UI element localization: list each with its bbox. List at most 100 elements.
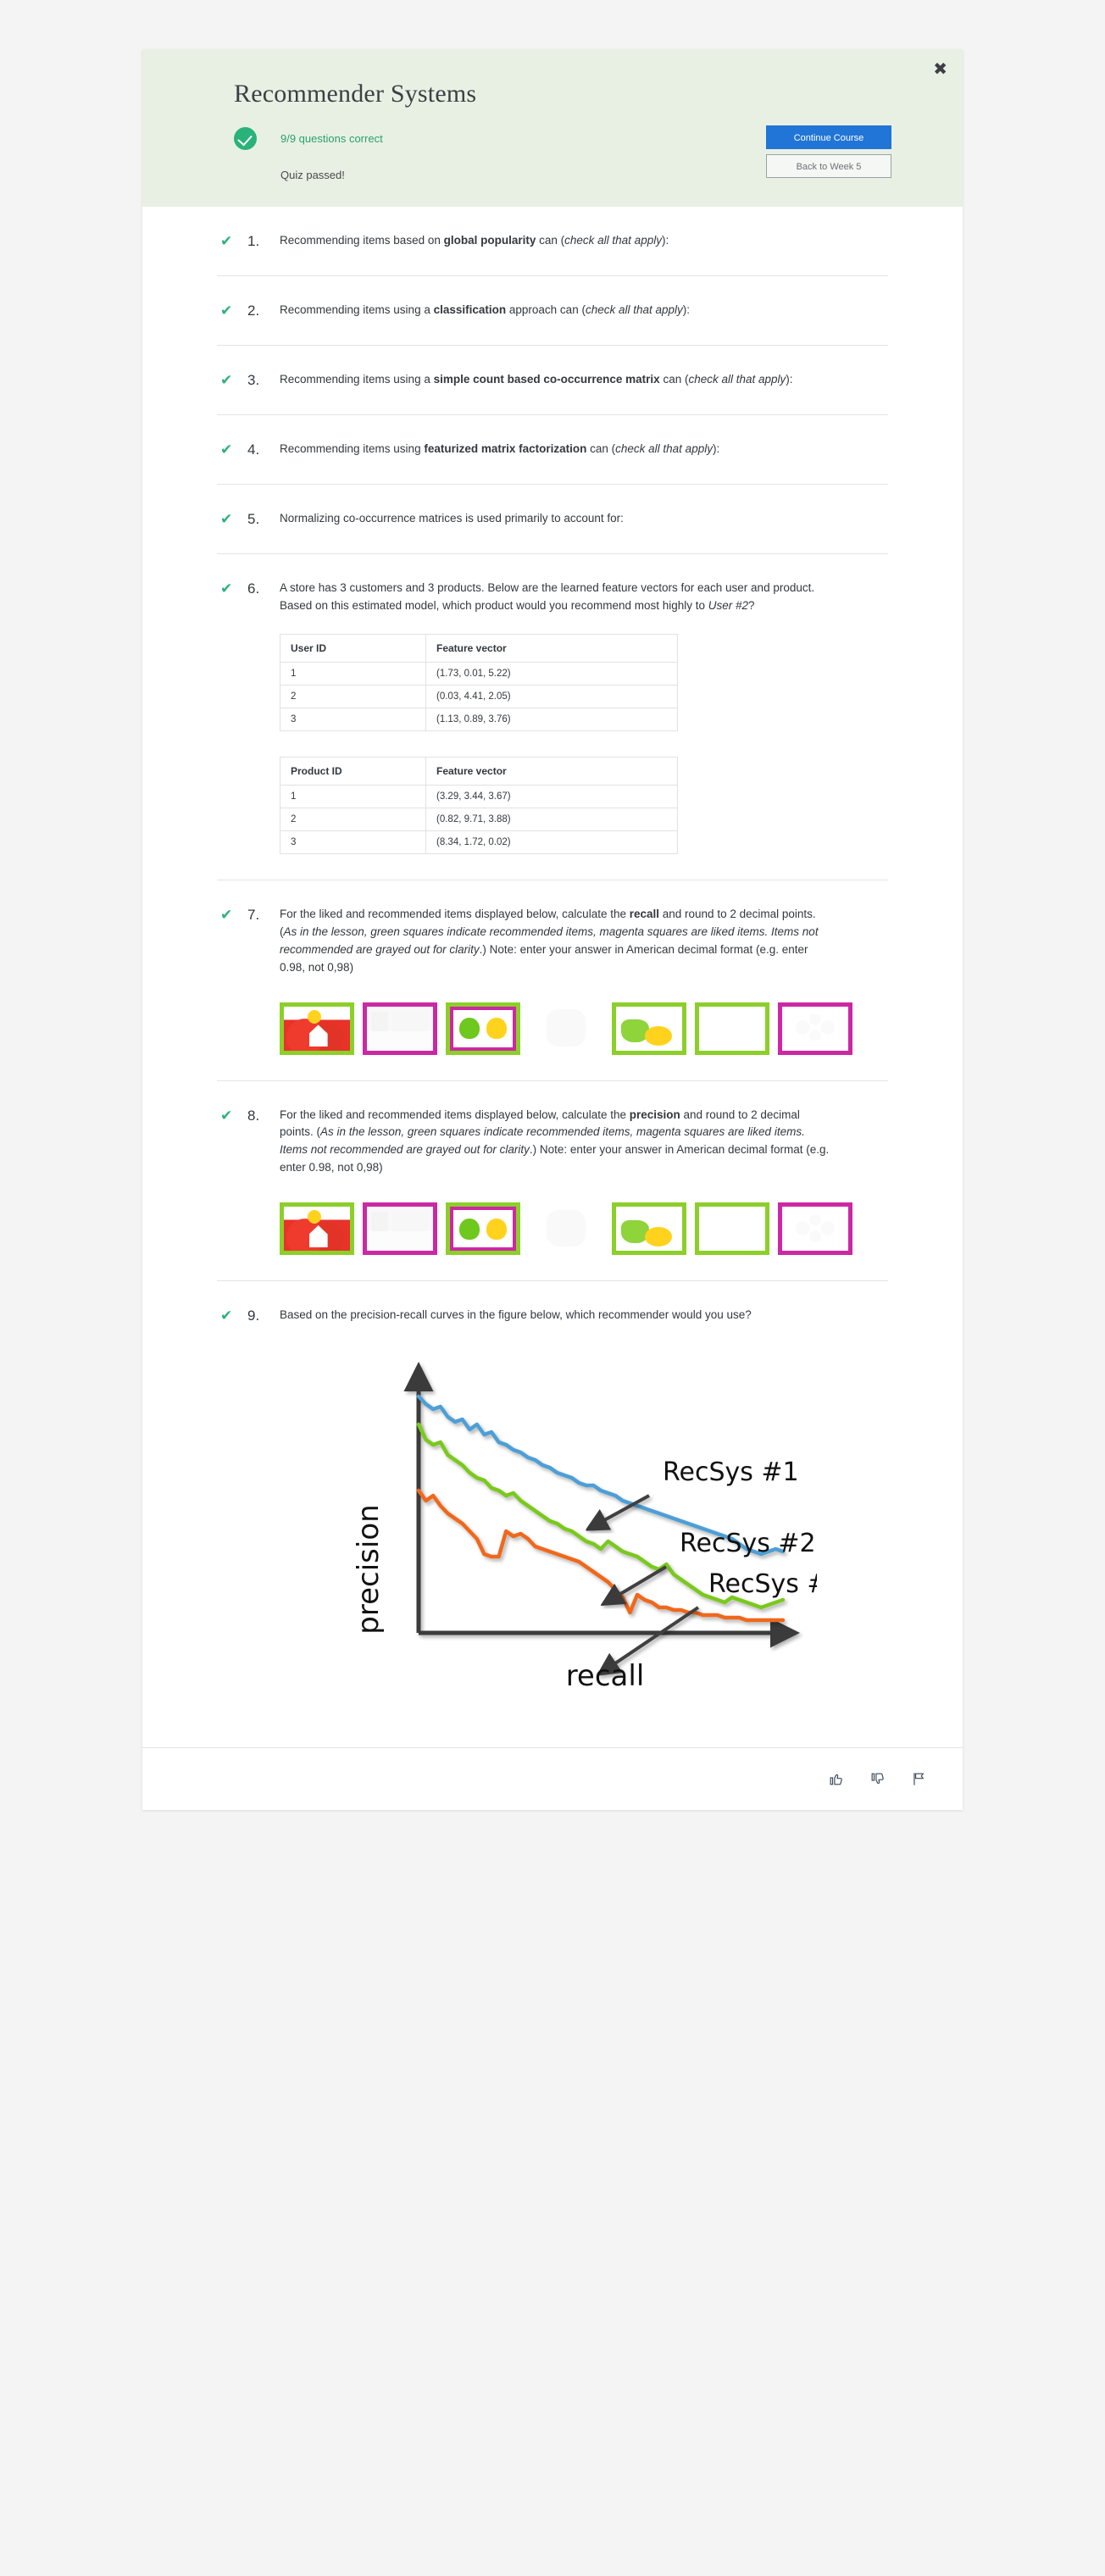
item-thumbnail — [446, 1002, 520, 1055]
close-icon[interactable]: ✖ — [933, 61, 947, 78]
table-cell: (0.82, 9.71, 3.88) — [425, 807, 678, 831]
ring-rattle-image — [529, 1002, 603, 1055]
rubber-ducks-image — [453, 1009, 513, 1047]
stacking-rings-image — [699, 1207, 765, 1252]
question-body: Based on the precision-recall curves in … — [280, 1307, 888, 1722]
table-header-cell: Feature vector — [425, 756, 678, 786]
table-cell: 3 — [280, 707, 426, 731]
question-number: 5. — [247, 511, 260, 527]
question-item: ✔ 4. Recommending items using featurized m… — [217, 415, 888, 485]
table-row: 3 (8.34, 1.72, 0.02) — [280, 830, 678, 854]
flower-teether-image — [782, 1207, 848, 1252]
recommended-green-frame — [695, 1002, 769, 1055]
question-body: For the liked and recommended items disp… — [280, 906, 888, 1055]
correct-check-icon: ✔ — [220, 580, 233, 597]
x-axis-label: recall — [566, 1659, 645, 1693]
table-header-row: User ID Feature vector — [280, 633, 678, 663]
table-cell: 1 — [280, 784, 426, 808]
stacking-rings-image — [699, 1006, 765, 1051]
table-header-cell: Product ID — [280, 756, 426, 786]
feedback-footer — [142, 1747, 963, 1811]
correct-check-icon: ✔ — [220, 1107, 233, 1124]
header-actions: Continue Course Back to Week 5 — [766, 125, 891, 178]
score-line: 9/9 questions correct — [234, 127, 742, 150]
rubber-ducks-image — [453, 1210, 513, 1248]
childrens-books-image — [367, 1207, 433, 1252]
correct-check-icon: ✔ — [220, 511, 233, 527]
question-text: For the liked and recommended items disp… — [280, 907, 819, 974]
toy-farm-playset-image — [284, 1207, 350, 1252]
question-body: A store has 3 customers and 3 products. … — [280, 580, 888, 854]
item-thumbnail — [363, 1202, 437, 1256]
table-header-row: Product ID Feature vector — [280, 756, 678, 786]
precision-recall-chart: precision recall RecSys #1 RecSys #2 RecSys … — [342, 1353, 888, 1713]
product-feature-table: Product ID Feature vector 1 (3.29, 3.44, 3.… — [280, 756, 678, 854]
ring-rattle-image — [529, 1202, 603, 1256]
user-feature-table: User ID Feature vector 1 (1.73, 0.01, 5.22)… — [280, 633, 678, 731]
no-frame — [529, 1002, 603, 1055]
correct-check-icon: ✔ — [220, 233, 233, 249]
question-number: 9. — [247, 1307, 260, 1324]
item-thumbnail — [695, 1202, 769, 1256]
item-thumbnail-strip — [280, 1202, 888, 1256]
recommended-green-frame — [695, 1202, 769, 1256]
flag-icon[interactable] — [911, 1771, 927, 1787]
question-number: 6. — [247, 580, 260, 597]
correct-check-icon: ✔ — [220, 372, 233, 388]
back-to-week-button[interactable]: Back to Week 5 — [766, 154, 891, 178]
question-text: Recommending items using a classificatio… — [280, 303, 691, 316]
table-cell: (1.73, 0.01, 5.22) — [425, 661, 678, 686]
question-number: 7. — [247, 906, 260, 923]
liked-magenta-frame — [363, 1202, 437, 1256]
item-thumbnail — [363, 1002, 437, 1055]
question-number: 3. — [247, 372, 260, 388]
continue-course-button[interactable]: Continue Course — [766, 125, 891, 149]
question-number: 4. — [247, 441, 260, 458]
question-item: ✔ 7. For the liked and recommended items d… — [217, 880, 888, 1081]
no-frame — [529, 1202, 603, 1256]
liked-magenta-frame — [450, 1207, 516, 1252]
chart-annotation-label: RecSys #1 — [663, 1457, 799, 1487]
table-cell: (8.34, 1.72, 0.02) — [425, 830, 678, 854]
table-cell: (1.13, 0.89, 3.76) — [425, 707, 678, 731]
question-list: ✔ 1. Recommending items based on global po… — [142, 207, 963, 1747]
table-row: 1 (1.73, 0.01, 5.22) — [280, 661, 678, 686]
table-header-cell: User ID — [280, 633, 426, 663]
childrens-books-image — [367, 1006, 433, 1051]
item-thumbnail — [446, 1202, 520, 1256]
thumbs-up-icon[interactable] — [828, 1771, 844, 1787]
correct-check-icon: ✔ — [220, 906, 233, 923]
question-body: For the liked and recommended items disp… — [280, 1107, 888, 1256]
caterpillar-toy-image — [616, 1207, 682, 1252]
item-thumbnail — [529, 1002, 603, 1055]
question-text: Normalizing co-occurrence matrices is us… — [280, 512, 624, 525]
recommended-green-frame — [612, 1002, 686, 1055]
question-text: Based on the precision-recall curves in … — [280, 1308, 752, 1322]
question-text: Recommending items using a simple count … — [280, 373, 793, 386]
question-item: ✔ 5. Normalizing co-occurrence matrices is… — [217, 485, 888, 554]
toy-farm-playset-image — [284, 1006, 350, 1051]
flower-teether-image — [782, 1006, 848, 1051]
item-thumbnail — [695, 1002, 769, 1055]
table-row: 1 (3.29, 3.44, 3.67) — [280, 784, 678, 808]
recommended-green-frame — [612, 1202, 686, 1256]
score-text: 9/9 questions correct — [280, 132, 383, 145]
quiz-result-card: ✖ Recommender Systems 9/9 questions corr… — [142, 49, 963, 1811]
item-thumbnail — [778, 1002, 852, 1055]
question-number: 1. — [247, 233, 260, 249]
item-thumbnail — [280, 1202, 354, 1256]
page-title: Recommender Systems — [234, 80, 477, 108]
question-item: ✔ 3. Recommending items using a simple cou… — [217, 346, 888, 415]
item-thumbnail-strip — [280, 1002, 888, 1055]
recommended-and-liked-frame — [446, 1002, 520, 1055]
question-number: 8. — [247, 1107, 260, 1124]
question-body: Recommending items using featurized matr… — [280, 441, 888, 458]
table-row: 2 (0.03, 4.41, 2.05) — [280, 684, 678, 708]
question-item: ✔ 8. For the liked and recommended items d… — [217, 1081, 888, 1282]
liked-magenta-frame — [778, 1002, 852, 1055]
question-text: For the liked and recommended items disp… — [280, 1108, 830, 1174]
table-cell: 2 — [280, 807, 426, 831]
question-text: Recommending items based on global popul… — [280, 234, 669, 247]
thumbs-down-icon[interactable] — [869, 1771, 886, 1787]
table-header-cell: Feature vector — [425, 633, 678, 663]
